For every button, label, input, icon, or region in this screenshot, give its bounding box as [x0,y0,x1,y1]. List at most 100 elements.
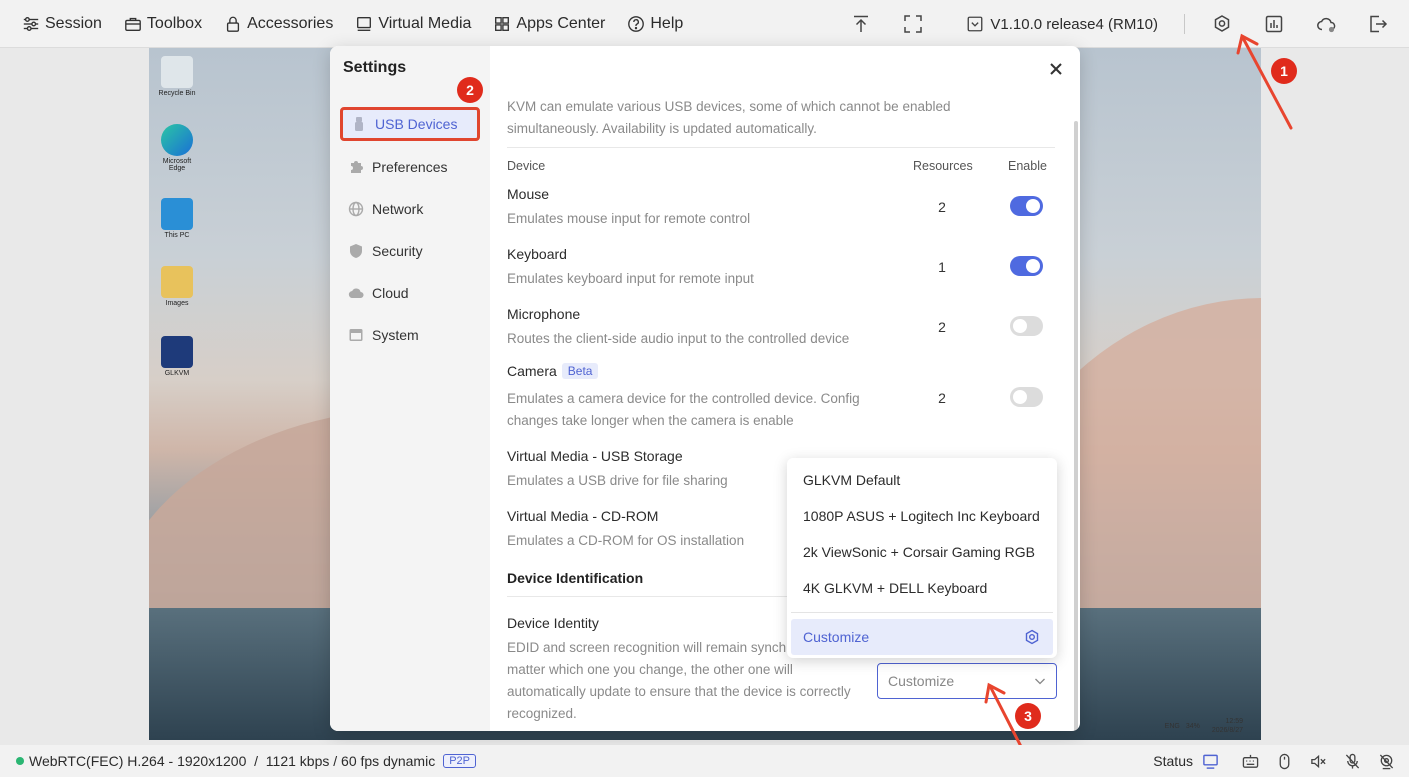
device-identity-label: Device Identity [507,615,599,631]
microphone-off-icon [1345,753,1359,769]
device-desc-keyboard: Emulates keyboard input for remote input [507,271,754,286]
usb-devices-intro: KVM can emulate various USB devices, som… [507,99,951,136]
content-scrollbar[interactable] [1074,121,1078,731]
dropdown-option[interactable]: 1080P ASUS + Logitech Inc Keyboard [787,498,1057,534]
device-resources-keyboard: 1 [938,259,946,275]
display-status-button[interactable] [1201,752,1219,770]
monitor-icon [1202,754,1218,769]
microphone-mute-button[interactable] [1343,752,1361,770]
menu-virtual-media[interactable]: Virtual Media [355,15,471,33]
menu-apps-center[interactable]: Apps Center [493,15,605,33]
dropdown-option-customize[interactable]: Customize [791,619,1053,655]
camera-off-button[interactable] [1377,752,1395,770]
mouse-status-button[interactable] [1275,752,1293,770]
bottom-right-tools: Status [1153,745,1395,777]
upload-arrow-icon [854,15,869,32]
edge-icon [161,124,193,156]
device-identity-select-value: Customize [888,673,955,689]
desktop-icon-this-pc[interactable]: This PC [157,198,197,239]
device-name-microphone: Microphone [507,306,581,322]
desktop-icon-edge[interactable]: Microsoft Edge [157,124,197,172]
glkvm-app-icon [161,336,193,368]
sidebar-item-cloud[interactable]: Cloud [340,276,480,310]
device-resources-camera: 2 [938,390,946,406]
folder-icon [161,266,193,298]
camera-off-icon [1379,753,1393,769]
top-toolbar: Session Toolbox Accessories Virtual Medi… [0,0,1409,48]
menu-session-label: Session [45,14,102,32]
device-name-keyboard: Keyboard [507,246,567,262]
fullscreen-button[interactable] [902,13,924,35]
audio-mute-button[interactable] [1309,752,1327,770]
keyboard-status-button[interactable] [1241,752,1259,770]
system-icon [349,329,363,341]
connection-status-dot [16,757,24,765]
device-resources-mouse: 2 [938,199,946,215]
device-resources-microphone: 2 [938,319,946,335]
device-identity-dropdown: GLKVM Default 1080P ASUS + Logitech Inc … [787,458,1057,658]
chevron-down-icon [1035,678,1045,685]
top-right-tools: V1.10.0 release4 (RM10) [850,0,1409,48]
device-name-camera: Camera Beta [507,363,599,379]
dropdown-option[interactable]: 4K GLKVM + DELL Keyboard [787,570,1057,606]
menu-session[interactable]: Session [22,15,102,33]
toggle-knob [1013,390,1027,404]
section-divider [507,147,1055,148]
globe-icon [348,201,364,217]
sidebar-item-system[interactable]: System [340,318,480,352]
settings-button[interactable] [1211,13,1233,35]
toggle-microphone[interactable] [1010,316,1043,336]
dropdown-divider [791,612,1053,613]
shield-icon [350,244,362,258]
bottom-status-bar: WebRTC(FEC) H.264 - 1920x1200 / 1121 kbp… [0,745,1409,777]
sidebar-item-usb-devices[interactable]: USB Devices [340,107,480,141]
sidebar-item-label: Cloud [372,285,409,301]
dropdown-option[interactable]: 2k ViewSonic + Corsair Gaming RGB [787,534,1057,570]
monitor-icon [357,16,372,31]
device-identity-select[interactable]: Customize [877,663,1057,699]
toggle-camera[interactable] [1010,387,1043,407]
device-name-mouse: Mouse [507,186,550,202]
cloud-status-button[interactable] [1315,13,1337,35]
beta-badge: Beta [561,363,599,379]
desktop-icon-glkvm[interactable]: GLKVM [157,336,197,377]
toggle-mouse[interactable] [1010,196,1043,216]
device-name-label: Camera [507,363,557,379]
bar-chart-icon [1265,15,1283,33]
lock-icon [227,16,240,32]
toggle-keyboard[interactable] [1010,256,1043,276]
menu-accessories-label: Accessories [247,14,334,32]
settings-sidebar: Settings USB Devices Preferences Network… [330,46,490,731]
menu-virtual-media-label: Virtual Media [378,14,472,32]
download-box-icon [967,16,983,32]
cloud-offline-icon [1317,17,1336,33]
sidebar-item-label: USB Devices [375,116,458,132]
sidebar-item-preferences[interactable]: Preferences [340,150,480,184]
usb-icon [355,117,363,131]
dropdown-option[interactable]: GLKVM Default [787,462,1057,498]
device-name-cdrom: Virtual Media - CD-ROM [507,508,659,524]
puzzle-icon [351,161,363,173]
toolbox-icon [125,17,141,31]
toggle-knob [1026,199,1040,213]
status-label: Status [1153,753,1193,769]
windows-system-tray: ENG 34% 12:59 2026/8/27 [1164,718,1243,734]
menu-help[interactable]: Help [627,15,683,33]
upload-button[interactable] [850,13,872,35]
sidebar-item-network[interactable]: Network [340,192,480,226]
firmware-version[interactable]: V1.10.0 release4 (RM10) [966,15,1158,33]
column-header-resources: Resources [913,159,973,173]
sliders-icon [23,16,39,31]
firmware-version-label: V1.10.0 release4 (RM10) [990,15,1158,33]
menu-toolbox[interactable]: Toolbox [124,15,202,33]
menu-accessories[interactable]: Accessories [224,15,333,33]
stats-button[interactable] [1263,13,1285,35]
sidebar-item-security[interactable]: Security [340,234,480,268]
device-identification-heading: Device Identification [507,570,644,586]
logout-button[interactable] [1367,13,1389,35]
dropdown-option-label: Customize [803,629,870,645]
desktop-icon-recycle-bin[interactable]: Recycle Bin [157,56,197,97]
menu-apps-center-label: Apps Center [516,14,606,32]
stream-info: WebRTC(FEC) H.264 - 1920x1200 / 1121 kbp… [29,753,436,769]
desktop-icon-folder[interactable]: Images [157,266,197,307]
